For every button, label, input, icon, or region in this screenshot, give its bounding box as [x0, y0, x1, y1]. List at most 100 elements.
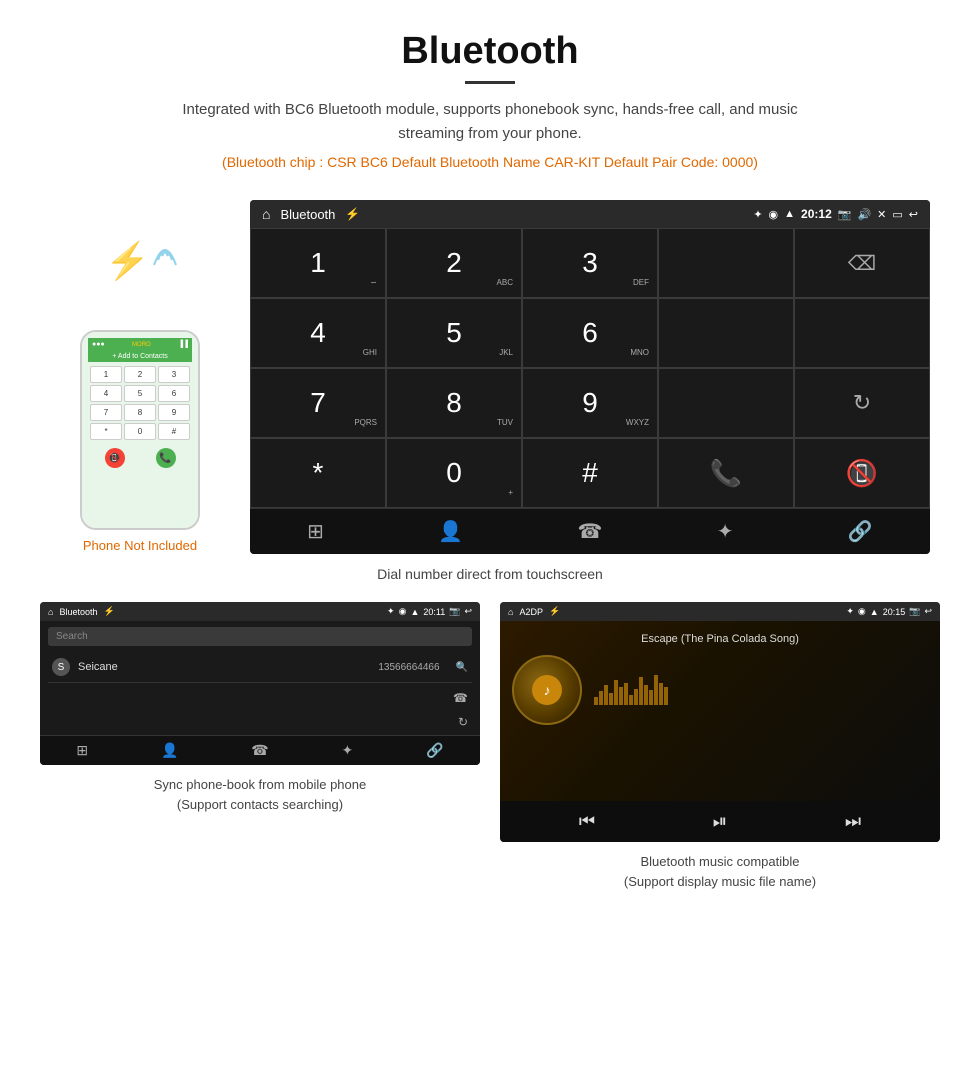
phone-call-btn: 📞	[156, 448, 176, 468]
home-icon: ⌂	[262, 206, 270, 222]
status-bar-title: Bluetooth	[280, 207, 335, 222]
contact-letter: S	[52, 658, 70, 676]
music-usb-icon: ⚡	[549, 606, 560, 617]
phone-key-7: 7	[90, 404, 122, 421]
phone-key-star: *	[90, 423, 122, 440]
time-display: 20:12	[801, 207, 832, 221]
call-red-icon: 📵	[846, 458, 878, 489]
prev-btn[interactable]: ⏮	[579, 811, 595, 832]
toolbar-person-icon[interactable]: 👤	[438, 519, 463, 544]
viz-bar	[659, 683, 663, 705]
viz-bar	[619, 687, 623, 705]
mini-usb-icon: ⚡	[103, 606, 114, 617]
phonebook-screen: ⌂ Bluetooth ⚡ ✦ ◉ ▲ 20:11 📷 ↩ Search S	[40, 602, 480, 765]
phone-side: ⚡ ●●● MORO ▐▐ + Add to Contacts 1	[50, 200, 230, 553]
phone-key-3: 3	[158, 366, 190, 383]
page-specs: (Bluetooth chip : CSR BC6 Default Blueto…	[20, 154, 960, 170]
dial-refresh[interactable]: ↻	[794, 368, 930, 438]
dial-key-3[interactable]: 3 DEF	[522, 228, 658, 298]
phone-screen-header: ●●● MORO ▐▐	[88, 338, 192, 351]
refresh-icon: ↻	[853, 390, 871, 416]
music-back-icon: ↩	[924, 606, 932, 617]
dial-key-0[interactable]: 0 +	[386, 438, 522, 508]
dial-key-6[interactable]: 6 MNO	[522, 298, 658, 368]
phone-action-row: 📵 📞	[88, 444, 192, 472]
phone-icon-side[interactable]: ☎	[453, 691, 468, 705]
song-title: Escape (The Pina Colada Song)	[641, 633, 799, 645]
backspace-icon: ⌫	[848, 251, 876, 276]
viz-bar	[644, 685, 648, 705]
mini-back-icon: ↩	[464, 606, 472, 617]
play-pause-btn[interactable]: ⏯	[713, 811, 727, 832]
mini-bt-toolbar-icon[interactable]: ✦	[342, 742, 354, 759]
contact-name: Seicane	[78, 661, 370, 673]
dial-empty-1	[658, 228, 794, 298]
search-bar[interactable]: Search	[48, 627, 472, 646]
toolbar-phone-icon[interactable]: ☎	[578, 519, 603, 544]
contact-row: S Seicane 13566664466 🔍	[48, 652, 472, 683]
mini-grid-icon[interactable]: ⊞	[76, 742, 88, 759]
dial-key-5[interactable]: 5 JKL	[386, 298, 522, 368]
phone-end-btn: 📵	[105, 448, 125, 468]
phone-key-8: 8	[124, 404, 156, 421]
mini-person-icon[interactable]: 👤	[161, 742, 178, 759]
mini-phone-icon[interactable]: ☎	[251, 742, 268, 759]
dial-key-8[interactable]: 8 TUV	[386, 368, 522, 438]
viz-bar	[614, 680, 618, 705]
mini-bt-icon: ✦	[387, 606, 395, 617]
mini-status-left: ⌂ Bluetooth ⚡	[48, 606, 115, 617]
location-icon: ◉	[769, 208, 779, 221]
viz-bar	[594, 697, 598, 705]
side-icons: ☎ ↻	[48, 691, 472, 729]
dial-key-hash[interactable]: #	[522, 438, 658, 508]
music-visualizer	[594, 675, 928, 705]
music-time: 20:15	[883, 607, 906, 617]
mini-status-bar-right: ⌂ A2DP ⚡ ✦ ◉ ▲ 20:15 📷 ↩	[500, 602, 940, 621]
phone-key-hash: #	[158, 423, 190, 440]
bt-status-icon: ✦	[753, 208, 762, 221]
fullscreen-icon: ▭	[892, 208, 902, 221]
phonebook-block: ⌂ Bluetooth ⚡ ✦ ◉ ▲ 20:11 📷 ↩ Search S	[40, 602, 480, 891]
title-underline	[465, 81, 515, 84]
mini-link-icon[interactable]: 🔗	[426, 742, 443, 759]
camera-icon: 📷	[838, 208, 852, 221]
dial-key-2[interactable]: 2 ABC	[386, 228, 522, 298]
music-controls: ⏮ ⏯ ⏭	[500, 801, 940, 842]
refresh-icon-side[interactable]: ↻	[458, 715, 468, 729]
toolbar-bluetooth-icon[interactable]: ✦	[717, 519, 734, 544]
phone-key-9: 9	[158, 404, 190, 421]
bt-music-icon: ♪	[544, 682, 551, 698]
album-art-inner: ♪	[532, 675, 562, 705]
contact-number: 13566664466	[378, 662, 439, 673]
main-content: ⚡ ●●● MORO ▐▐ + Add to Contacts 1	[0, 200, 980, 554]
toolbar-grid-icon[interactable]: ⊞	[307, 519, 324, 544]
page-title: Bluetooth	[20, 30, 960, 73]
dial-empty-2	[658, 298, 794, 368]
dial-key-7[interactable]: 7 PQRS	[250, 368, 386, 438]
bluetooth-icon: ⚡	[105, 240, 150, 282]
dial-empty-4	[658, 368, 794, 438]
next-btn[interactable]: ⏭	[845, 811, 861, 832]
dial-backspace[interactable]: ⌫	[794, 228, 930, 298]
viz-bar	[624, 683, 628, 705]
phone-screen: ●●● MORO ▐▐ + Add to Contacts 1 2 3 4 5 …	[82, 332, 198, 528]
dial-key-star[interactable]: *	[250, 438, 386, 508]
phone-keypad: 1 2 3 4 5 6 7 8 9 * 0 #	[88, 362, 192, 444]
music-status-right: ✦ ◉ ▲ 20:15 📷 ↩	[846, 606, 932, 617]
phone-not-included-label: Phone Not Included	[83, 538, 197, 553]
dial-key-9[interactable]: 9 WXYZ	[522, 368, 658, 438]
viz-bar	[629, 695, 633, 705]
dial-call-red[interactable]: 📵	[794, 438, 930, 508]
wifi-status-icon: ▲	[784, 208, 795, 220]
toolbar-link-icon[interactable]: 🔗	[848, 519, 873, 544]
viz-bar	[599, 691, 603, 705]
dial-key-4[interactable]: 4 GHI	[250, 298, 386, 368]
car-screen-container: ⌂ Bluetooth ⚡ ✦ ◉ ▲ 20:12 📷 🔊 ✕ ▭ ↩	[250, 200, 930, 554]
mini-cam-icon: 📷	[449, 606, 460, 617]
dial-key-1[interactable]: 1 ∽	[250, 228, 386, 298]
music-loc-icon: ◉	[858, 606, 866, 617]
mini-wifi-icon: ▲	[410, 607, 419, 617]
search-icon-right[interactable]: 🔍	[456, 662, 468, 673]
usb-icon: ⚡	[345, 207, 360, 221]
dial-call-green[interactable]: 📞	[658, 438, 794, 508]
